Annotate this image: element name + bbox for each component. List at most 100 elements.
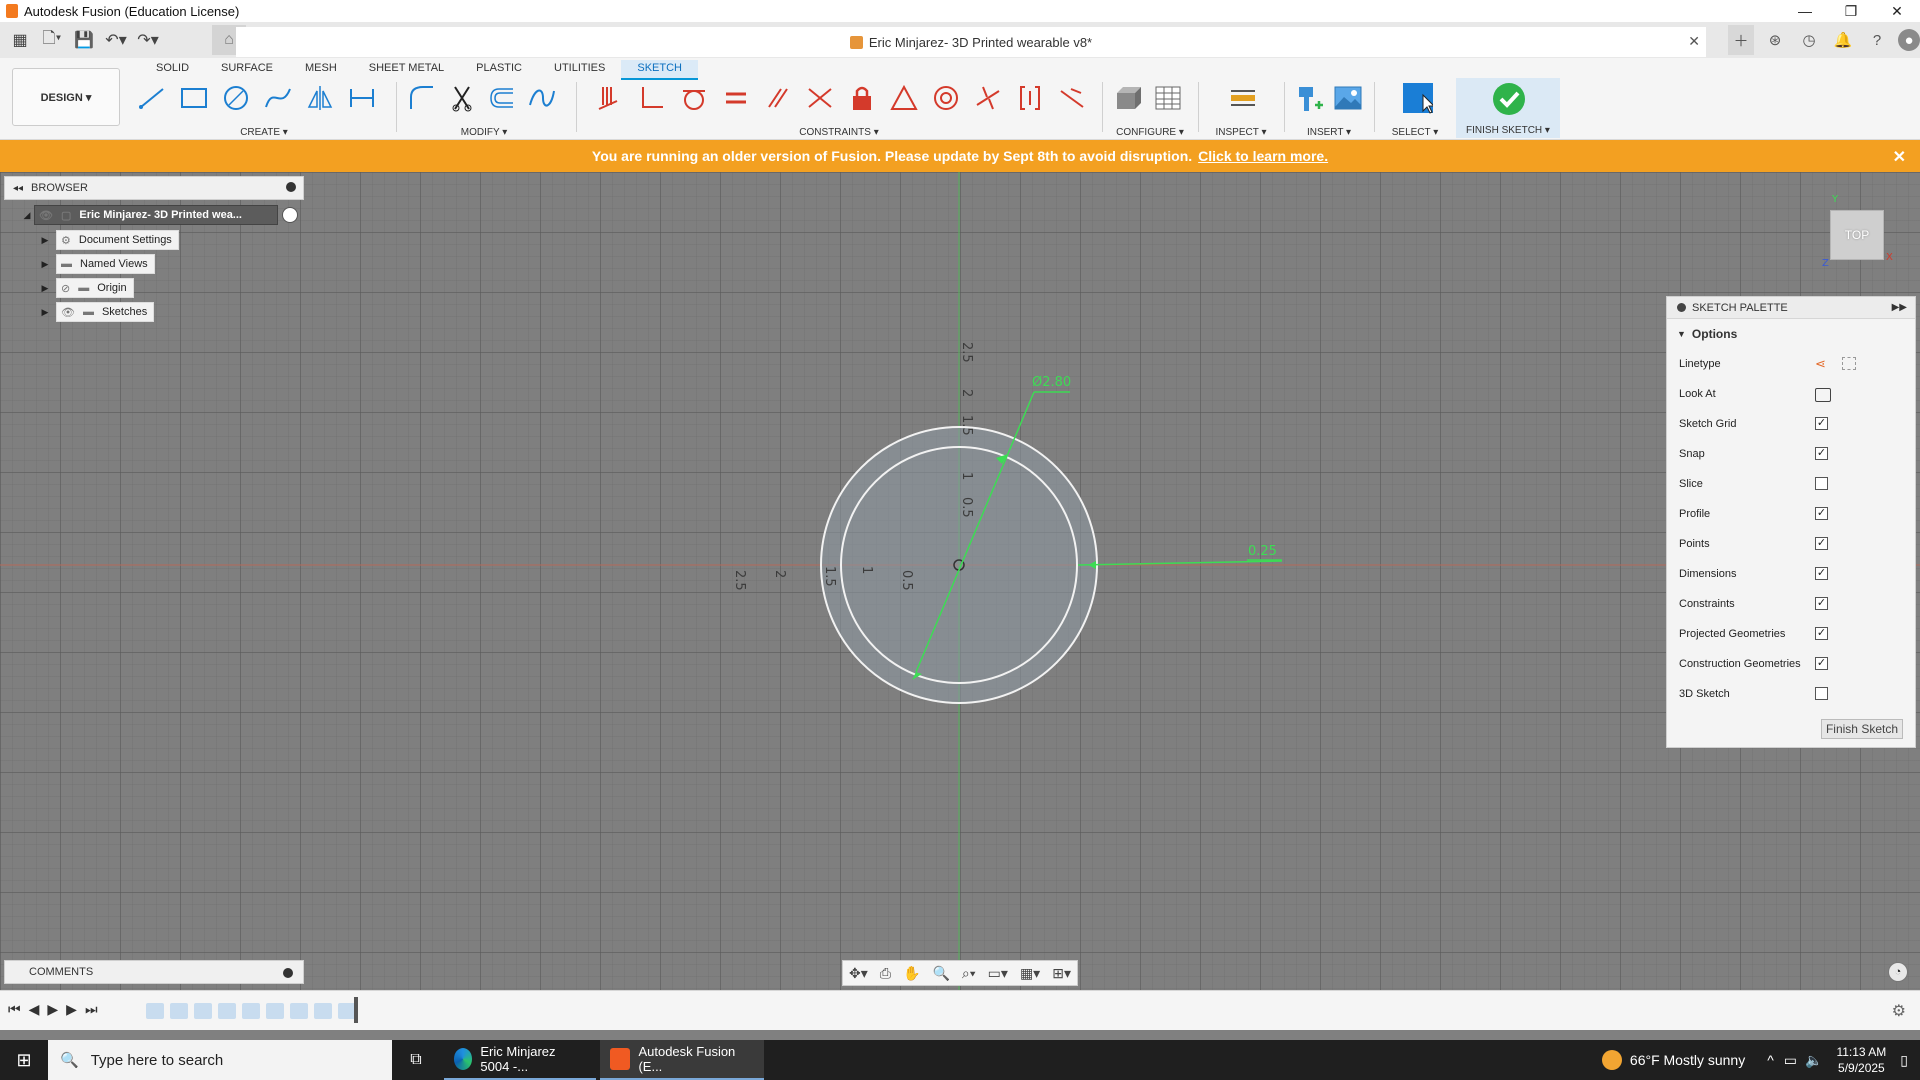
user-avatar[interactable]: ● [1898, 29, 1920, 51]
expand-arrow-icon[interactable]: ◢ [20, 205, 34, 225]
construction-geometries-checkbox[interactable]: ✓ [1815, 657, 1828, 670]
timeline-feature-icon[interactable] [218, 1003, 236, 1019]
go-to-end-icon[interactable]: ⏭ [85, 1001, 98, 1018]
expand-arrow-icon[interactable]: ▶ [38, 254, 52, 274]
tab-sheet-metal[interactable]: SHEET METAL [353, 60, 460, 80]
perpendicular-constraint-icon[interactable] [636, 82, 667, 114]
timeline-feature-icon[interactable] [266, 1003, 284, 1019]
add-comment-icon[interactable] [283, 968, 293, 978]
finish-sketch-button[interactable]: Finish Sketch [1820, 719, 1903, 739]
timeline-settings-gear-icon[interactable]: ⚙ [1892, 1001, 1906, 1021]
offset-tool-icon[interactable] [486, 82, 518, 114]
job-status-icon[interactable]: ◷ [1796, 25, 1822, 55]
timeline-sketch-icon[interactable] [146, 1003, 164, 1019]
zoom-icon[interactable]: 🔍 [932, 965, 949, 982]
insert-canvas-icon[interactable] [1332, 82, 1364, 114]
configure-menu[interactable]: CONFIGURE ▾ [1108, 127, 1192, 138]
constraints-checkbox[interactable]: ✓ [1815, 597, 1828, 610]
modify-menu[interactable]: MODIFY ▾ [402, 127, 566, 138]
view-cube[interactable]: TOP [1830, 210, 1884, 260]
finish-sketch-check-icon[interactable] [1492, 82, 1526, 119]
offset-dimension-label[interactable]: 0.25 [1248, 544, 1277, 559]
rectangle-tool-icon[interactable] [178, 82, 210, 114]
pin-icon[interactable] [1677, 303, 1686, 312]
data-panel-grid-icon[interactable]: ▦ [8, 30, 32, 50]
create-menu[interactable]: CREATE ▾ [132, 127, 396, 138]
windows-start-icon[interactable]: ⊞ [0, 1040, 48, 1080]
pan-icon[interactable]: ✋ [903, 965, 920, 982]
play-icon[interactable]: ▶ [47, 1001, 58, 1018]
taskbar-clock[interactable]: 11:13 AM 5/9/2025 [1836, 1044, 1886, 1076]
inspect-menu[interactable]: INSPECT ▾ [1204, 127, 1278, 138]
tab-mesh[interactable]: MESH [289, 60, 353, 80]
banner-close-icon[interactable]: ✕ [1893, 147, 1906, 167]
constraints-menu[interactable]: CONSTRAINTS ▾ [590, 127, 1088, 138]
redo-icon[interactable]: ↷▾ [136, 30, 160, 50]
construction-linetype-icon[interactable]: ⋖ [1815, 357, 1826, 370]
coincident-constraint-icon[interactable] [594, 82, 625, 114]
tab-surface[interactable]: SURFACE [205, 60, 289, 80]
expand-arrow-icon[interactable]: ▶ [38, 278, 52, 298]
lock-view-icon[interactable]: ◔ [1888, 962, 1908, 982]
timeline-feature-icon[interactable] [290, 1003, 308, 1019]
timeline-feature-icon[interactable] [314, 1003, 332, 1019]
horizontal-vertical-constraint-icon[interactable] [1015, 82, 1046, 114]
maximize-button[interactable]: ❐ [1828, 0, 1874, 22]
equal-constraint-icon[interactable] [720, 82, 751, 114]
parallel-constraint-icon[interactable] [762, 82, 793, 114]
volume-icon[interactable]: 🔈 [1805, 1052, 1822, 1069]
centerline-linetype-icon[interactable] [1841, 357, 1856, 370]
close-document-icon[interactable]: ✕ [1688, 33, 1700, 50]
snap-checkbox[interactable]: ✓ [1815, 447, 1828, 460]
look-at-icon[interactable]: ⎙ [880, 965, 891, 982]
notification-center-icon[interactable]: ▯ [1900, 1052, 1908, 1069]
go-to-start-icon[interactable]: ⏮ [8, 1001, 21, 1018]
insert-derive-icon[interactable] [1294, 82, 1326, 114]
expand-arrow-icon[interactable]: ▶ [38, 302, 52, 322]
collapse-arrow-icon[interactable]: ▼ [1677, 329, 1686, 339]
circle-tool-icon[interactable] [220, 82, 252, 114]
expand-arrow-icon[interactable]: ▶ [38, 230, 52, 250]
minimize-button[interactable]: — [1782, 0, 1828, 22]
timeline-marker[interactable] [354, 997, 358, 1023]
hidden-eye-icon[interactable]: ⊘ [61, 282, 70, 295]
pin-icon[interactable] [286, 182, 296, 192]
new-tab-icon[interactable]: ＋ [1728, 25, 1754, 55]
taskbar-search-box[interactable]: 🔍 Type here to search [48, 1040, 392, 1080]
expand-palette-icon[interactable]: ▶▶ [1892, 302, 1907, 313]
timeline-feature-icon[interactable] [170, 1003, 188, 1019]
sketch-grid-checkbox[interactable]: ✓ [1815, 417, 1828, 430]
select-menu[interactable]: SELECT ▾ [1380, 127, 1450, 138]
configuration-table-icon[interactable] [1152, 82, 1184, 114]
change-parameters-icon[interactable] [1112, 82, 1144, 114]
viewports-icon[interactable]: ⊞▾ [1052, 965, 1071, 982]
timeline-feature-icon[interactable] [242, 1003, 260, 1019]
midpoint-constraint-icon[interactable] [889, 82, 920, 114]
activate-component-icon[interactable] [282, 207, 298, 223]
slice-checkbox[interactable] [1815, 477, 1828, 490]
diameter-dimension-label[interactable]: Ø2.80 [1032, 375, 1071, 390]
points-checkbox[interactable]: ✓ [1815, 537, 1828, 550]
visibility-eye-icon[interactable]: 👁 [61, 306, 75, 319]
grid-settings-icon[interactable]: ▦▾ [1020, 965, 1040, 982]
options-section[interactable]: ▼ Options [1667, 319, 1915, 349]
spline-tool-icon[interactable] [262, 82, 294, 114]
browser-item[interactable]: ▶ ▬ Named Views [38, 254, 155, 274]
weather-text[interactable]: 66°F Mostly sunny [1630, 1052, 1745, 1068]
notifications-icon[interactable]: 🔔 [1830, 25, 1856, 55]
orbit-icon[interactable]: ✥▾ [849, 965, 868, 982]
browser-root-item[interactable]: ◢ 👁 ▢ Eric Minjarez- 3D Printed wea... [20, 205, 298, 225]
profile-checkbox[interactable]: ✓ [1815, 507, 1828, 520]
tab-utilities[interactable]: UTILITIES [538, 60, 621, 80]
sketch-profile[interactable] [821, 427, 1097, 703]
curvature-constraint-icon[interactable] [1057, 82, 1088, 114]
timeline-feature-icon[interactable] [194, 1003, 212, 1019]
fix-constraint-icon[interactable] [846, 82, 877, 114]
help-icon[interactable]: ? [1864, 25, 1890, 55]
3d-sketch-checkbox[interactable] [1815, 687, 1828, 700]
step-forward-icon[interactable]: ▶ [66, 1001, 77, 1018]
collapse-panel-icon[interactable]: ◂◂ [13, 183, 23, 194]
curve-tool-icon[interactable] [526, 82, 558, 114]
fit-icon[interactable]: ⌕▾ [962, 965, 976, 982]
taskbar-app-fusion[interactable]: Autodesk Fusion (E... [600, 1040, 764, 1080]
